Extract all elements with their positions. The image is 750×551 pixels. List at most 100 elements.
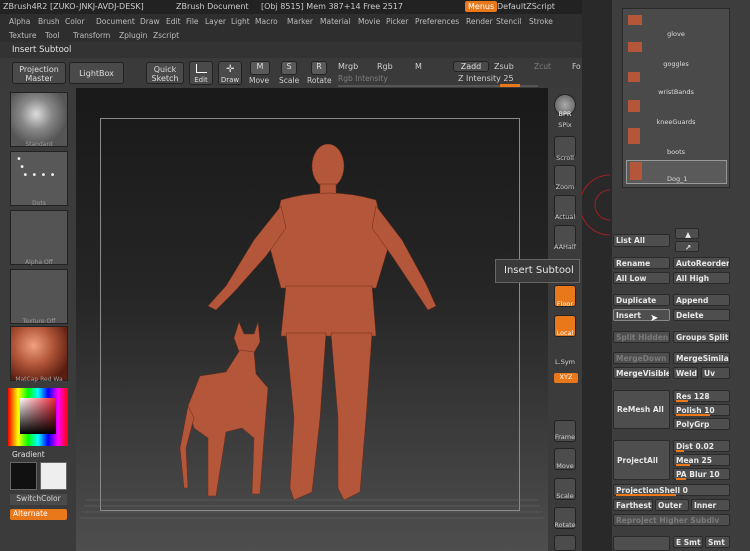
- lightbox-button[interactable]: LightBox: [69, 62, 124, 84]
- menu-movie[interactable]: Movie: [358, 17, 380, 26]
- move-icon[interactable]: M: [250, 61, 270, 75]
- subtool-item[interactable]: kneeGuards: [626, 118, 726, 135]
- menu-macro[interactable]: Macro: [255, 17, 278, 26]
- quick-sketch-button[interactable]: Quick Sketch: [146, 62, 184, 84]
- e-smt-slider[interactable]: E Smt 5: [673, 536, 703, 548]
- rgb-intensity-slider[interactable]: Rgb Intensity: [338, 74, 388, 83]
- scale-view-label: Scale: [556, 492, 574, 500]
- switchcolor-button[interactable]: SwitchColor: [10, 494, 67, 505]
- menu-zplugin[interactable]: Zplugin: [119, 31, 147, 40]
- floor-grid: [80, 499, 544, 519]
- projection-master-button[interactable]: Projection Master: [12, 62, 66, 84]
- stroke-thumbnail[interactable]: • • • • • •: [10, 151, 68, 206]
- zadd-button[interactable]: Zadd: [453, 61, 489, 72]
- xyz-button[interactable]: XYZ: [554, 373, 578, 383]
- palette-header: Insert Subtool: [0, 42, 612, 58]
- inner-toggle[interactable]: Inner: [691, 499, 730, 511]
- insert-button[interactable]: Insert: [613, 309, 670, 321]
- menus-button[interactable]: Menus: [465, 1, 498, 12]
- gradient-label[interactable]: Gradient: [12, 450, 45, 459]
- menu-stencil[interactable]: Stencil: [496, 17, 521, 26]
- polyframe-icon[interactable]: [554, 535, 576, 551]
- primary-color-swatch[interactable]: [10, 462, 37, 490]
- alpha-thumbnail[interactable]: [10, 210, 68, 265]
- arrow-up-icon[interactable]: ▲: [675, 228, 699, 239]
- edit-button[interactable]: Edit: [189, 61, 213, 85]
- smt-toggle[interactable]: Smt: [705, 536, 730, 548]
- m-button[interactable]: M: [415, 62, 422, 71]
- menu-alpha[interactable]: Alpha: [9, 17, 30, 26]
- alpha-label: Alpha Off: [25, 259, 53, 266]
- rgb-button[interactable]: Rgb: [377, 62, 393, 71]
- default-zscript-button[interactable]: DefaultZScript: [497, 2, 555, 11]
- projectall-button[interactable]: ProjectAll: [613, 440, 670, 480]
- mergesimilar-button[interactable]: MergeSimilar: [673, 352, 730, 364]
- alternate-button[interactable]: Alternate: [10, 509, 67, 520]
- palette-header-title: Insert Subtool: [12, 45, 72, 55]
- menu-zscript[interactable]: Zscript: [153, 31, 179, 40]
- brush-thumbnail[interactable]: [10, 92, 68, 147]
- menu-draw[interactable]: Draw: [140, 17, 160, 26]
- menu-stroke[interactable]: Stroke: [529, 17, 553, 26]
- remesh-all-button[interactable]: ReMesh All: [613, 390, 670, 429]
- menu-preferences[interactable]: Preferences: [415, 17, 459, 26]
- duplicate-button[interactable]: Duplicate: [613, 294, 670, 306]
- zsub-button[interactable]: Zsub: [494, 62, 514, 71]
- menu-transform[interactable]: Transform: [73, 31, 110, 40]
- lsym-button[interactable]: L.Sym: [549, 358, 581, 366]
- menu-color[interactable]: Color: [65, 17, 85, 26]
- append-button[interactable]: Append: [673, 294, 730, 306]
- farthest-toggle[interactable]: Farthest: [613, 499, 653, 511]
- all-low-button[interactable]: All Low: [613, 272, 670, 284]
- color-saturation-square[interactable]: [20, 398, 56, 434]
- subtool-name: Dog_1: [667, 175, 688, 183]
- scale-icon[interactable]: S: [281, 61, 297, 75]
- menu-material[interactable]: Material: [320, 17, 350, 26]
- mergevisible-button[interactable]: MergeVisible: [613, 367, 670, 379]
- goggles-thumbnail: [628, 72, 640, 82]
- subtool-item[interactable]: wristBands: [626, 88, 726, 105]
- rotate-icon[interactable]: R: [311, 61, 327, 75]
- mergedown-button[interactable]: MergeDown: [613, 352, 670, 364]
- palette-scroll-strip[interactable]: [579, 0, 612, 551]
- menu-light[interactable]: Light: [231, 17, 250, 26]
- polygrp-toggle[interactable]: PolyGrp: [673, 418, 730, 430]
- spix-label[interactable]: SPix: [549, 121, 581, 129]
- menu-texture[interactable]: Texture: [9, 31, 36, 40]
- menu-tool[interactable]: Tool: [45, 31, 60, 40]
- all-high-button[interactable]: All High: [673, 272, 730, 284]
- menu-picker[interactable]: Picker: [386, 17, 408, 26]
- secondary-color-swatch[interactable]: [40, 462, 67, 490]
- autoreorder-button[interactable]: AutoReorder: [673, 257, 730, 269]
- menu-document[interactable]: Document: [96, 17, 135, 26]
- delete-button[interactable]: Delete: [673, 309, 730, 321]
- human-figure[interactable]: [207, 143, 437, 501]
- arrow-redo-icon[interactable]: ↗: [675, 241, 699, 252]
- material-thumbnail[interactable]: [10, 326, 68, 381]
- menu-marker[interactable]: Marker: [287, 17, 313, 26]
- draw-button[interactable]: ✛ Draw: [218, 61, 242, 85]
- split-hidden-button[interactable]: Split Hidden: [613, 331, 670, 343]
- rename-button[interactable]: Rename: [613, 257, 670, 269]
- brush-label: Standard: [25, 141, 53, 148]
- uv-toggle[interactable]: Uv: [701, 367, 730, 379]
- subtool-item[interactable]: goggles: [626, 60, 726, 77]
- menu-layer[interactable]: Layer: [205, 17, 226, 26]
- zcut-button[interactable]: Zcut: [534, 62, 551, 71]
- outer-toggle[interactable]: Outer: [655, 499, 689, 511]
- menu-render[interactable]: Render: [466, 17, 493, 26]
- menu-file[interactable]: File: [186, 17, 199, 26]
- menu-edit[interactable]: Edit: [166, 17, 181, 26]
- dog-figure[interactable]: [179, 321, 269, 497]
- cursor-icon: ➤: [650, 313, 659, 324]
- texture-thumbnail[interactable]: [10, 269, 68, 324]
- subtool-action-button[interactable]: [613, 536, 670, 551]
- mrgb-button[interactable]: Mrgb: [338, 62, 358, 71]
- reproject-higher-subdiv-button[interactable]: Reproject Higher Subdiv: [613, 514, 730, 526]
- weld-toggle[interactable]: Weld: [673, 367, 698, 379]
- z-intensity-slider[interactable]: Z Intensity 25: [458, 74, 514, 83]
- groups-split-button[interactable]: Groups Split: [673, 331, 730, 343]
- color-picker[interactable]: [8, 388, 68, 446]
- menu-brush[interactable]: Brush: [38, 17, 60, 26]
- list-all-button[interactable]: List All: [613, 234, 670, 247]
